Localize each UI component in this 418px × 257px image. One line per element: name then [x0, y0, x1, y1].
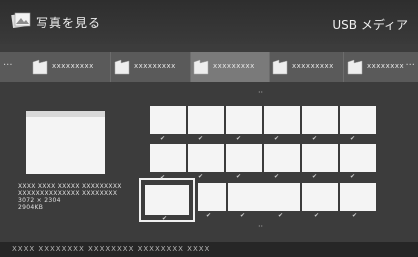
- check-icon: ✔: [274, 173, 280, 180]
- photo-info: XXXX XXXX XXXXX XXXXXXXXX XXXXXXXXXXXXXX…: [18, 183, 122, 211]
- page-title: 写真を見る: [36, 16, 102, 30]
- folder-label: xxxxxxxxx: [213, 62, 255, 70]
- folder-label: xxxxxxxx: [367, 62, 405, 70]
- photo-thumbnail[interactable]: [264, 106, 300, 134]
- folder-item[interactable]: xxxxxxxxx: [270, 52, 348, 82]
- photo-file-size: 2904KB: [18, 204, 44, 211]
- check-icon: ✔: [240, 212, 246, 219]
- photo-thumbnail[interactable]: [226, 106, 262, 134]
- check-icon: ✔: [312, 135, 318, 142]
- folder-icon: [193, 59, 209, 75]
- check-icon: ✔: [198, 173, 204, 180]
- check-icon: ✔: [350, 135, 356, 142]
- check-icon: ✔: [206, 212, 212, 219]
- folder-label: xxxxxxxxx: [292, 62, 334, 70]
- folder-icon: [32, 59, 48, 75]
- photo-thumbnail[interactable]: [302, 144, 338, 172]
- photo-thumbnail[interactable]: [264, 183, 300, 211]
- check-icon: ✔: [274, 135, 280, 142]
- folder-strip: ··· xxxxxxxxx xxxxxxxxx xxxxxxxxx xxxxxx…: [0, 52, 418, 82]
- check-icon: ✔: [314, 212, 320, 219]
- scroll-up-indicator[interactable]: ··: [258, 88, 263, 97]
- photo-info-line: XXXXXXXXXXXXXX XXXXXXXX: [18, 190, 118, 197]
- photo-resolution: 3072 × 2304: [18, 197, 61, 204]
- folder-icon: [347, 59, 363, 75]
- folder-label: xxxxxxxxx: [134, 62, 176, 70]
- footer-hints: XXXX XXXXXXXX XXXXXXXX XXXXXXXX XXXX: [12, 245, 211, 253]
- folder-icon: [114, 59, 130, 75]
- check-icon: ✔: [236, 135, 242, 142]
- selected-photo-image: [145, 185, 189, 215]
- photo-thumbnail[interactable]: [302, 183, 338, 211]
- photo-info-line: XXXX XXXX XXXXX XXXXXXXXX: [18, 183, 122, 190]
- check-icon: ✔: [312, 173, 318, 180]
- photo-thumbnail[interactable]: [228, 183, 264, 211]
- check-icon: ✔: [162, 215, 168, 222]
- check-icon: ✔: [160, 135, 166, 142]
- photo-thumbnail[interactable]: [340, 144, 376, 172]
- photo-thumbnail[interactable]: [188, 144, 224, 172]
- media-source-label: USB メディア: [332, 18, 408, 32]
- more-right-indicator[interactable]: ···: [405, 60, 415, 71]
- photo-thumbnail[interactable]: [150, 144, 186, 172]
- preview-image: [26, 111, 105, 174]
- header-bar: 写真を見る USB メディア: [0, 0, 418, 44]
- photo-thumbnail[interactable]: [150, 106, 186, 134]
- scroll-down-indicator[interactable]: ··: [258, 222, 263, 231]
- folder-item[interactable]: xxxxxxxxx: [30, 52, 108, 82]
- folder-icon: [272, 59, 288, 75]
- photo-thumbnail[interactable]: [198, 183, 226, 211]
- check-icon: ✔: [198, 135, 204, 142]
- photo-thumbnail[interactable]: [226, 144, 262, 172]
- check-icon: ✔: [278, 212, 284, 219]
- photo-thumbnail[interactable]: [188, 106, 224, 134]
- check-icon: ✔: [160, 174, 166, 181]
- more-left-indicator[interactable]: ···: [3, 60, 13, 71]
- check-icon: ✔: [236, 173, 242, 180]
- photo-thumbnail[interactable]: [340, 183, 376, 211]
- folder-item[interactable]: xxxxxxxx: [345, 52, 409, 82]
- photo-icon: [11, 12, 31, 29]
- folder-item-selected[interactable]: xxxxxxxxx: [191, 52, 269, 82]
- photo-thumbnail[interactable]: [264, 144, 300, 172]
- check-icon: ✔: [350, 173, 356, 180]
- folder-label: xxxxxxxxx: [52, 62, 94, 70]
- check-icon: ✔: [352, 212, 358, 219]
- folder-item[interactable]: xxxxxxxxx: [112, 52, 190, 82]
- photo-thumbnail[interactable]: [302, 106, 338, 134]
- footer-bar: XXXX XXXXXXXX XXXXXXXX XXXXXXXX XXXX: [0, 242, 418, 257]
- photo-thumbnail[interactable]: [340, 106, 376, 134]
